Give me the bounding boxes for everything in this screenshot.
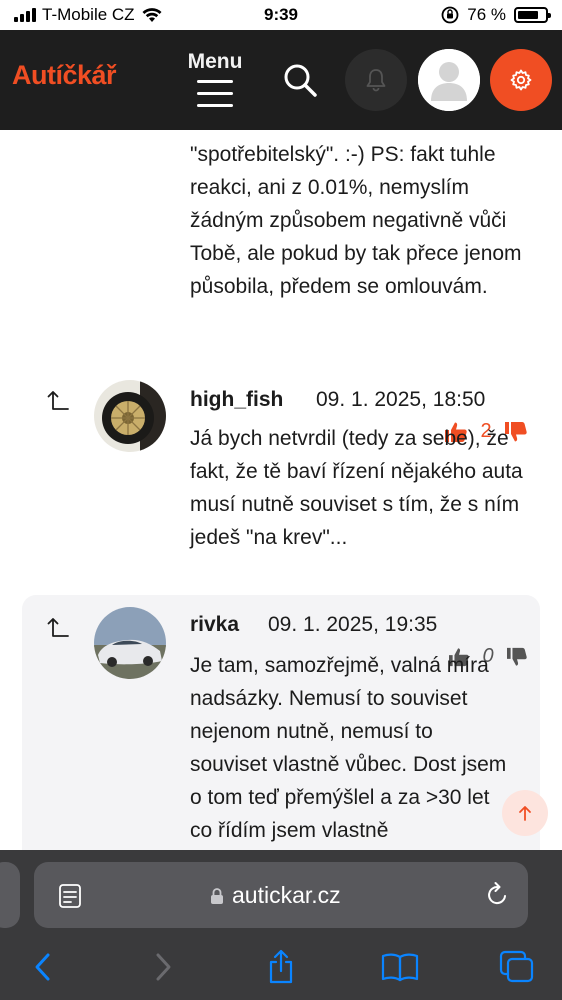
book-icon bbox=[381, 953, 419, 982]
browser-bottom-bar: autickar.cz bbox=[0, 850, 562, 1000]
previous-comment-clipped-line: ... .. ...... ... .. .... .. ... bbox=[190, 130, 530, 134]
tabs-button[interactable] bbox=[498, 950, 536, 984]
site-logo[interactable]: Autíčkář bbox=[12, 60, 117, 91]
previous-comment-text: "spotřebitelský". :-) PS: fakt tuhle rea… bbox=[190, 143, 522, 298]
battery-percent: 76 % bbox=[467, 5, 506, 24]
car-photo-avatar bbox=[94, 607, 166, 679]
bookmarks-button[interactable] bbox=[380, 950, 420, 984]
hamburger-icon bbox=[197, 80, 233, 107]
browser-toolbar bbox=[0, 949, 562, 990]
chevron-right-icon bbox=[156, 953, 171, 981]
orientation-lock-icon bbox=[441, 6, 459, 24]
avatar-rivka[interactable] bbox=[94, 607, 166, 679]
comment-high-fish: high_fish 09. 1. 2025, 18:50 2 Já bych n… bbox=[22, 366, 540, 576]
search-icon bbox=[284, 64, 317, 97]
address-bar[interactable]: autickar.cz bbox=[34, 862, 528, 928]
arrow-up-icon bbox=[519, 806, 531, 821]
comment-author[interactable]: high_fish bbox=[190, 388, 283, 412]
wheel-photo-avatar bbox=[94, 380, 166, 452]
share-button[interactable] bbox=[264, 949, 298, 984]
reply-icon[interactable] bbox=[46, 615, 70, 639]
avatar-high-fish[interactable] bbox=[94, 380, 166, 452]
lock-icon bbox=[211, 888, 223, 904]
settings-button[interactable] bbox=[490, 49, 552, 111]
status-bar: T-Mobile CZ 9:39 76 % bbox=[0, 0, 562, 30]
share-icon bbox=[269, 949, 293, 984]
url-text: autickar.cz bbox=[232, 882, 341, 908]
forward-button[interactable] bbox=[146, 950, 180, 984]
comment-date: 09. 1. 2025, 18:50 bbox=[316, 388, 486, 411]
back-button[interactable] bbox=[26, 950, 60, 984]
user-placeholder-icon bbox=[418, 49, 480, 111]
site-header: Autíčkář Menu bbox=[0, 30, 562, 130]
comment-author[interactable]: rivka bbox=[190, 613, 239, 637]
comment-text: Já bych netvrdil (tedy za sebe), že fakt… bbox=[190, 427, 523, 549]
comment-text: Je tam, samozřejmě, valná míra nadsázky.… bbox=[190, 654, 507, 842]
scroll-to-top-button[interactable] bbox=[502, 790, 548, 836]
previous-tab-preview[interactable] bbox=[0, 862, 20, 928]
comments-area: ... .. ...... ... .. .... .. ... "spotře… bbox=[0, 130, 562, 850]
gear-icon bbox=[510, 69, 532, 91]
battery-icon bbox=[514, 7, 551, 23]
comment-date: 09. 1. 2025, 19:35 bbox=[268, 613, 438, 636]
reload-icon[interactable] bbox=[484, 881, 510, 909]
user-avatar-button[interactable] bbox=[418, 49, 480, 111]
search-button[interactable] bbox=[280, 60, 320, 100]
tabs-icon bbox=[499, 950, 534, 983]
status-right: 76 % bbox=[441, 5, 551, 25]
comment-rivka: rivka 09. 1. 2025, 19:35 0 Je tam, samoz… bbox=[22, 595, 540, 850]
battery-level bbox=[518, 11, 538, 19]
chevron-left-icon bbox=[35, 953, 50, 981]
reader-mode-icon[interactable] bbox=[58, 883, 82, 909]
reply-icon[interactable] bbox=[46, 388, 70, 412]
menu-button[interactable]: Menu bbox=[184, 50, 246, 116]
notifications-button[interactable] bbox=[345, 49, 407, 111]
menu-label: Menu bbox=[187, 50, 243, 73]
bell-icon bbox=[366, 69, 386, 92]
